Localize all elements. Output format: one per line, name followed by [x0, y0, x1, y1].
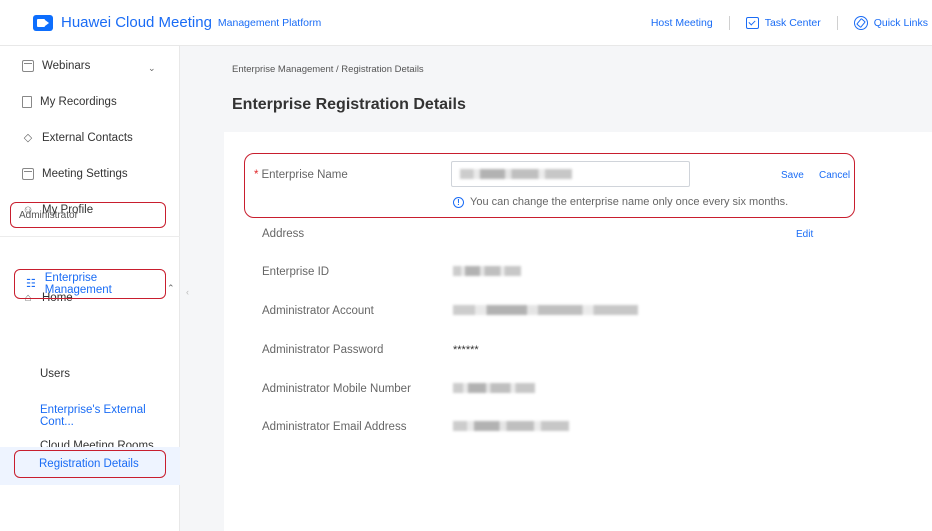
compass-icon: [853, 16, 868, 30]
sidebar-item-label: My Recordings: [40, 96, 117, 108]
calendar-icon: [22, 60, 34, 72]
quick-links-label: Quick Links: [873, 17, 928, 29]
top-header: Huawei Cloud Meeting Management Platform…: [0, 0, 932, 46]
chevron-down-icon[interactable]: ⌄: [148, 63, 156, 74]
enterprise-name-label: * Enterprise Name: [254, 169, 348, 181]
settings-icon: [22, 168, 34, 180]
sub-item-users[interactable]: Users: [40, 368, 70, 380]
cancel-button[interactable]: Cancel: [819, 170, 850, 181]
address-label: Address: [262, 228, 305, 240]
sidebar-item-enterprise-management[interactable]: ☷ Enterprise Management: [14, 269, 166, 299]
quick-links-link[interactable]: Quick Links: [853, 16, 928, 30]
save-button[interactable]: Save: [781, 170, 804, 181]
redacted-value: [453, 421, 569, 431]
redacted-value: [453, 305, 638, 315]
sidebar-item-webinars[interactable]: Webinars: [22, 60, 90, 72]
admin-password-value: ******: [453, 344, 479, 356]
info-icon: !: [453, 196, 464, 208]
sidebar-item-external-contacts[interactable]: ◇ External Contacts: [22, 132, 133, 144]
breadcrumb: Enterprise Management / Registration Det…: [232, 64, 424, 75]
redacted-value: [460, 169, 572, 179]
sidebar-item-meeting-settings[interactable]: Meeting Settings: [22, 168, 128, 180]
sidebar-divider: [0, 236, 180, 237]
sub-item-registration-details[interactable]: Registration Details: [14, 450, 166, 478]
header-divider: [836, 16, 838, 30]
sidebar-item-my-recordings[interactable]: My Recordings: [22, 96, 117, 108]
page-title: Enterprise Registration Details: [232, 96, 466, 113]
task-center-link[interactable]: Task Center: [745, 17, 821, 29]
contacts-icon: ◇: [23, 132, 33, 144]
required-mark: *: [254, 169, 259, 181]
enterprise-name-input[interactable]: [451, 161, 690, 187]
admin-mobile-label: Administrator Mobile Number: [262, 383, 411, 395]
name-change-hint: ! You can change the enterprise name onl…: [453, 196, 788, 208]
redacted-value: [453, 266, 521, 276]
admin-email-label: Administrator Email Address: [262, 421, 407, 433]
header-divider: [728, 16, 730, 30]
brand-name: Huawei Cloud Meeting: [61, 14, 212, 31]
sidebar-collapse-handle[interactable]: ‹: [186, 287, 189, 297]
administrator-section-label: Administrator: [10, 202, 166, 228]
task-center-label: Task Center: [764, 17, 821, 29]
platform-name: Management Platform: [217, 16, 322, 29]
edit-address-button[interactable]: Edit: [796, 229, 813, 240]
list-icon: ☷: [25, 278, 36, 290]
sidebar-item-label: Meeting Settings: [42, 168, 128, 180]
header-actions: Host Meeting Task Center Quick Links: [651, 0, 928, 46]
sub-item-external-contacts[interactable]: Enterprise's External Cont...: [40, 404, 179, 428]
admin-password-label: Administrator Password: [262, 344, 384, 356]
admin-account-label: Administrator Account: [262, 305, 374, 317]
document-icon: [22, 96, 32, 108]
sidebar-item-label: Webinars: [42, 60, 91, 72]
sidebar-item-label: External Contacts: [42, 132, 133, 144]
camera-logo-icon: [33, 14, 53, 31]
chevron-up-icon[interactable]: ⌃: [167, 283, 175, 294]
enterprise-id-label: Enterprise ID: [262, 266, 330, 278]
redacted-value: [453, 383, 535, 393]
task-check-icon: [745, 17, 759, 29]
logo[interactable]: Huawei Cloud Meeting Management Platform: [33, 14, 321, 31]
sidebar-item-label: Enterprise Management: [44, 272, 112, 296]
host-meeting-link[interactable]: Host Meeting: [651, 17, 713, 29]
